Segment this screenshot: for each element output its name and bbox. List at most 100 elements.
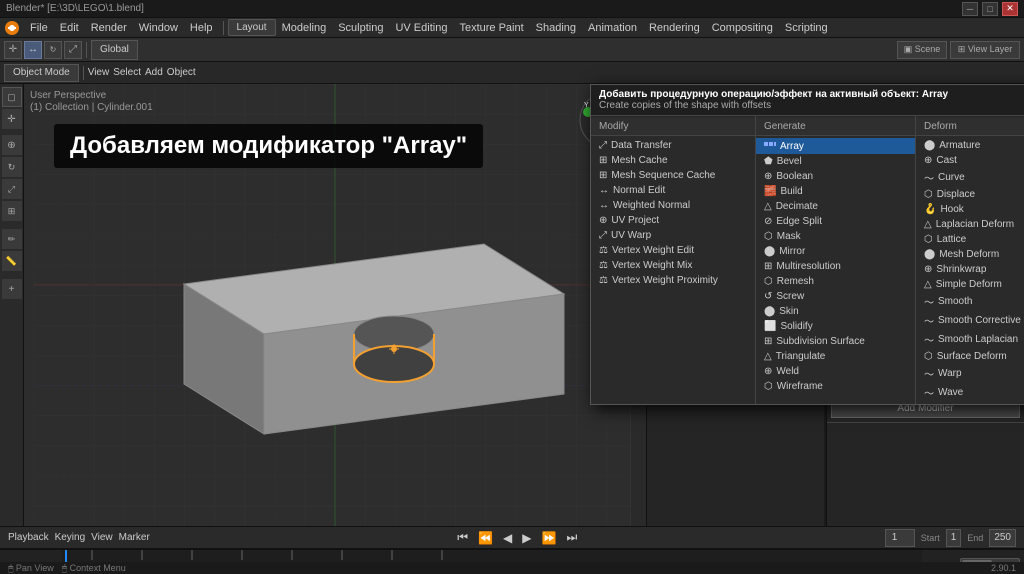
select-box-tool[interactable]: ▢ <box>2 87 22 107</box>
modify-item-6[interactable]: ⤢UV Warp <box>591 228 755 243</box>
transform-3d-tool[interactable]: ⊞ <box>2 201 22 221</box>
rotate-tool[interactable]: ↻ <box>44 41 62 59</box>
generate-item-boolean[interactable]: ⊕Boolean <box>756 169 915 184</box>
deform-item-10[interactable]: 〜Smooth <box>916 292 1024 311</box>
cursor-tool[interactable]: ✛ <box>4 41 22 59</box>
annotate-tool[interactable]: ✏ <box>2 229 22 249</box>
menu-edit[interactable]: Edit <box>54 20 85 36</box>
deform-item-3[interactable]: ⬡Displace <box>916 187 1024 202</box>
tab-shading[interactable]: Shading <box>530 20 582 36</box>
generate-item-multires[interactable]: ⊞Multiresolution <box>756 259 915 274</box>
object-menu[interactable]: Object <box>167 67 196 78</box>
view-menu-bottom[interactable]: View <box>91 532 113 543</box>
tab-sculpting[interactable]: Sculpting <box>332 20 389 36</box>
modify-item-4[interactable]: ↔Weighted Normal <box>591 198 755 213</box>
deform-item-8[interactable]: ⊕Shrinkwrap <box>916 262 1024 277</box>
menu-help[interactable]: Help <box>184 20 219 36</box>
move-3d-tool[interactable]: ⊕ <box>2 135 22 155</box>
deform-item-1[interactable]: ⊕Cast <box>916 153 1024 168</box>
object-mode-select[interactable]: Object Mode <box>4 64 79 82</box>
tab-animation[interactable]: Animation <box>582 20 643 36</box>
play-pause[interactable]: ▶ <box>520 531 533 545</box>
generate-item-wireframe[interactable]: ⬡Wireframe <box>756 379 915 394</box>
generate-item-array[interactable]: Array <box>756 138 915 154</box>
deform-column: Deform ⬤Armature ⊕Cast 〜Curve ⬡Displace … <box>916 116 1024 404</box>
menu-file[interactable]: File <box>24 20 54 36</box>
deform-item-14[interactable]: 〜Warp <box>916 364 1024 383</box>
generate-item-weld[interactable]: ⊕Weld <box>756 364 915 379</box>
measure-tool[interactable]: 📏 <box>2 251 22 271</box>
modify-item-9[interactable]: ⚖Vertex Weight Proximity <box>591 273 755 288</box>
close-button[interactable]: ✕ <box>1002 2 1018 16</box>
deform-item-9[interactable]: △Simple Deform <box>916 277 1024 292</box>
tab-modeling[interactable]: Modeling <box>276 20 333 36</box>
deform-item-2[interactable]: 〜Curve <box>916 168 1024 187</box>
generate-item-mirror[interactable]: ⬤Mirror <box>756 244 915 259</box>
generate-item-mask[interactable]: ⬡Mask <box>756 229 915 244</box>
select-menu[interactable]: Select <box>113 67 141 78</box>
deform-item-0[interactable]: ⬤Armature <box>916 138 1024 153</box>
deform-item-6[interactable]: ⬡Lattice <box>916 232 1024 247</box>
generate-item-solidify[interactable]: ⬜Solidify <box>756 319 915 334</box>
modify-item-7[interactable]: ⚖Vertex Weight Edit <box>591 243 755 258</box>
play-next[interactable]: ⏩ <box>539 531 558 545</box>
current-frame[interactable]: 1 <box>885 529 915 547</box>
add-menu[interactable]: Add <box>145 67 163 78</box>
deform-item-11[interactable]: 〜Smooth Corrective <box>916 311 1024 330</box>
start-label: Start <box>921 533 940 543</box>
deform-item-5[interactable]: △Laplacian Deform <box>916 217 1024 232</box>
maximize-button[interactable]: □ <box>982 2 998 16</box>
deform-item-13[interactable]: ⬡Surface Deform <box>916 349 1024 364</box>
move-tool[interactable]: ↔ <box>24 41 42 59</box>
marker-menu[interactable]: Marker <box>119 532 150 543</box>
dropdown-tooltip: Добавить процедурную операцию/эффект на … <box>591 85 1024 116</box>
add-object-tool[interactable]: + <box>2 279 22 299</box>
generate-item-remesh[interactable]: ⬡Remesh <box>756 274 915 289</box>
generate-item-triangulate[interactable]: △Triangulate <box>756 349 915 364</box>
start-value[interactable]: 1 <box>946 529 962 547</box>
playback-menu[interactable]: Playback <box>8 532 49 543</box>
modify-item-5[interactable]: ⊕UV Project <box>591 213 755 228</box>
modify-item-2[interactable]: ⊞Mesh Sequence Cache <box>591 168 755 183</box>
generate-item-bevel[interactable]: ⬟Bevel <box>756 154 915 169</box>
tab-layout[interactable]: Layout <box>228 19 276 36</box>
minimize-button[interactable]: ─ <box>962 2 978 16</box>
scale-tool[interactable]: ⤢ <box>64 41 82 59</box>
menu-window[interactable]: Window <box>133 20 184 36</box>
generate-item-subdivision[interactable]: ⊞Subdivision Surface <box>756 334 915 349</box>
tab-scripting[interactable]: Scripting <box>779 20 834 36</box>
tab-compositing[interactable]: Compositing <box>706 20 779 36</box>
view-overlay-btn[interactable]: ▣ Scene <box>897 41 947 59</box>
global-dropdown[interactable]: Global <box>91 40 138 60</box>
keying-menu[interactable]: Keying <box>55 532 86 543</box>
modify-item-1[interactable]: ⊞Mesh Cache <box>591 153 755 168</box>
scale-3d-tool[interactable]: ⤢ <box>2 179 22 199</box>
rotate-3d-tool[interactable]: ↻ <box>2 157 22 177</box>
generate-item-screw[interactable]: ↺Screw <box>756 289 915 304</box>
deform-item-12[interactable]: 〜Smooth Laplacian <box>916 330 1024 349</box>
play-back[interactable]: ◀ <box>501 531 514 545</box>
view-layer-btn[interactable]: ⊞ View Layer <box>950 41 1020 59</box>
end-value[interactable]: 250 <box>989 529 1016 547</box>
tab-uv-editing[interactable]: UV Editing <box>389 20 453 36</box>
generate-item-build[interactable]: 🧱Build <box>756 184 915 199</box>
jump-end[interactable]: ⏭ <box>564 530 579 545</box>
deform-item-15[interactable]: 〜Wave <box>916 383 1024 402</box>
generate-item-skin[interactable]: ⬤Skin <box>756 304 915 319</box>
deform-item-7[interactable]: ⬤Mesh Deform <box>916 247 1024 262</box>
cursor-3d-tool[interactable]: ✛ <box>2 109 22 129</box>
left-toolbar: ▢ ✛ ⊕ ↻ ⤢ ⊞ ✏ 📏 + <box>0 84 24 526</box>
modify-item-3[interactable]: ↔Normal Edit <box>591 183 755 198</box>
blender-logo[interactable] <box>4 20 20 36</box>
jump-prev-keyframe[interactable]: ⏪ <box>476 531 495 545</box>
modify-item-0[interactable]: ⤢Data Transfer <box>591 138 755 153</box>
jump-start[interactable]: ⏮ <box>455 530 470 545</box>
generate-item-decimate[interactable]: △Decimate <box>756 199 915 214</box>
tab-texture-paint[interactable]: Texture Paint <box>453 20 529 36</box>
menu-render[interactable]: Render <box>85 20 133 36</box>
modify-item-8[interactable]: ⚖Vertex Weight Mix <box>591 258 755 273</box>
tab-rendering[interactable]: Rendering <box>643 20 706 36</box>
view-menu[interactable]: View <box>88 67 110 78</box>
generate-item-edge-split[interactable]: ⊘Edge Split <box>756 214 915 229</box>
deform-item-4[interactable]: 🪝Hook <box>916 202 1024 217</box>
